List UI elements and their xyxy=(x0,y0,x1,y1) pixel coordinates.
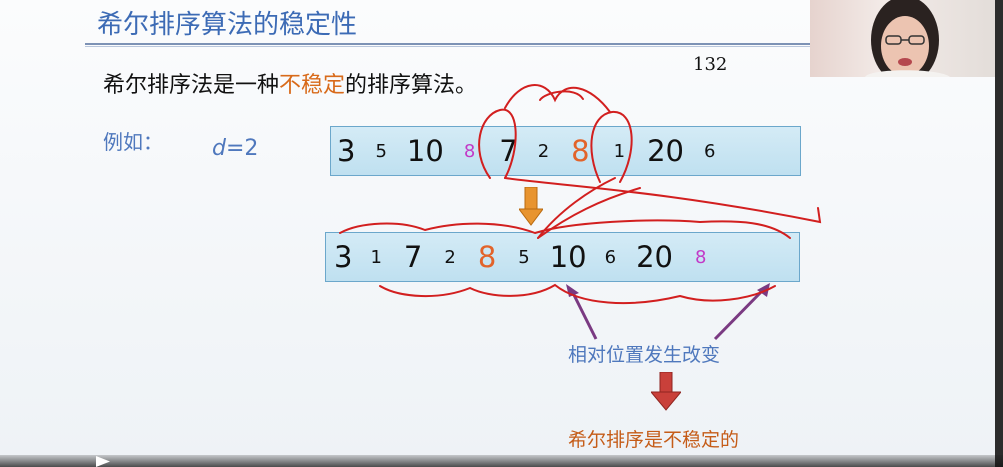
pen-circle-2 xyxy=(590,110,633,183)
pen-line-2 xyxy=(537,187,641,239)
webcam-overlay xyxy=(810,0,995,77)
pen-top-arcs xyxy=(339,219,791,239)
pen-circle-1 xyxy=(478,108,517,179)
video-controls-bar[interactable] xyxy=(0,455,1003,467)
window-edge xyxy=(995,0,1003,467)
pen-bottom-arcs xyxy=(379,283,776,305)
presenter-video xyxy=(865,0,950,77)
pen-swoosh xyxy=(504,177,822,224)
play-icon[interactable] xyxy=(96,456,110,467)
pen-bridge xyxy=(504,84,611,113)
